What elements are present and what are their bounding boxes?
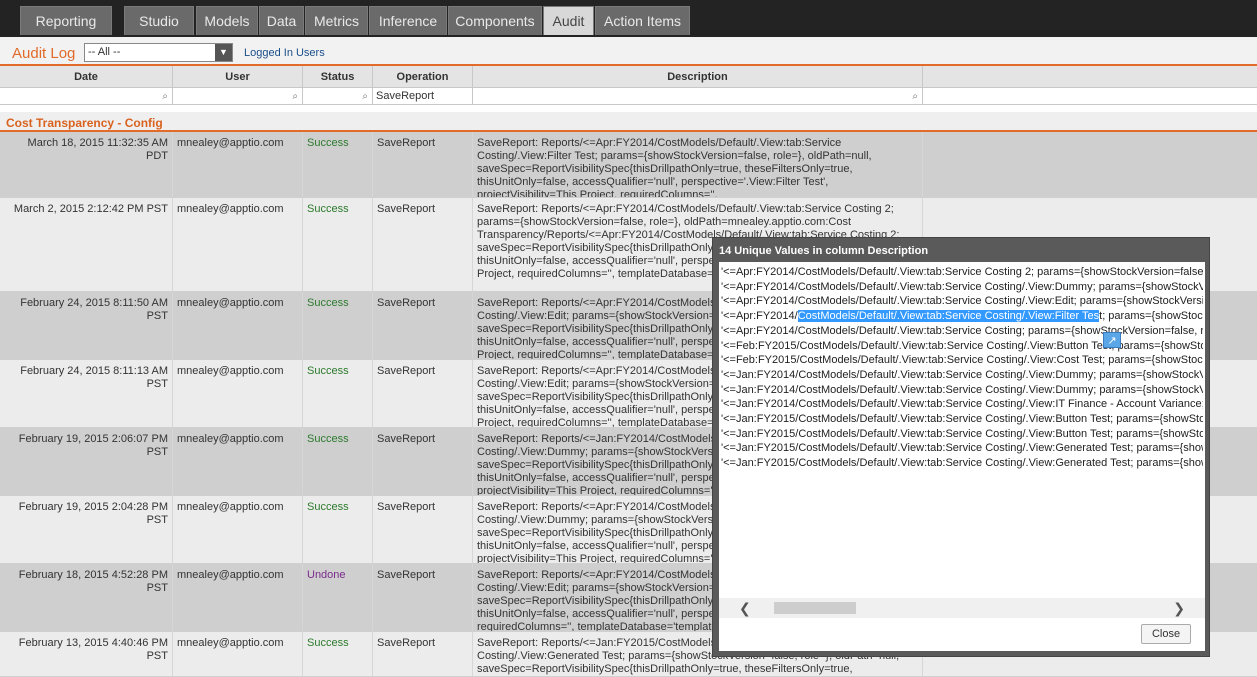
column-header-description[interactable]: Description: [473, 66, 923, 88]
cell-status: Undone: [303, 564, 373, 631]
tab-components[interactable]: Components: [448, 6, 542, 35]
cell-operation: SaveReport: [373, 292, 473, 359]
cell-user: mnealey@apptio.com: [173, 292, 303, 359]
unique-value-item[interactable]: '<=Apr:FY2014/CostModels/Default/.View:t…: [721, 280, 1203, 295]
unique-value-item[interactable]: '<=Jan:FY2014/CostModels/Default/.View:t…: [721, 397, 1203, 412]
unique-value-item[interactable]: '<=Jan:FY2015/CostModels/Default/.View:t…: [721, 441, 1203, 456]
cell-user: mnealey@apptio.com: [173, 632, 303, 676]
filter-user[interactable]: ⌕: [173, 88, 303, 105]
cell-description: SaveReport: Reports/<=Apr:FY2014/CostMod…: [473, 132, 923, 197]
cell-operation: SaveReport: [373, 428, 473, 495]
tab-data[interactable]: Data: [259, 6, 304, 35]
cell-date: February 19, 2015 2:06:07 PM PST: [0, 428, 173, 495]
column-header-date[interactable]: Date: [0, 66, 173, 88]
magnifier-icon[interactable]: ⌕: [162, 89, 168, 105]
cell-user: mnealey@apptio.com: [173, 496, 303, 563]
dialog-title: 14 Unique Values in column Description: [719, 245, 929, 257]
page-title: Audit Log: [12, 45, 76, 62]
table-row[interactable]: March 18, 2015 11:32:35 AM PDT mnealey@ap…: [0, 132, 1257, 198]
unique-value-item[interactable]: '<=Jan:FY2015/CostModels/Default/.View:t…: [721, 456, 1203, 471]
unique-value-item[interactable]: '<=Apr:FY2014/CostModels/Default/.View:t…: [721, 294, 1203, 309]
tab-inference[interactable]: Inference: [369, 6, 447, 35]
selected-text: CostModels/Default/.View:tab:Service Cos…: [797, 310, 1100, 323]
drag-cursor-icon: ↗: [1103, 332, 1121, 348]
unique-value-item[interactable]: '<=Apr:FY2014/CostModels/Default/.View:t…: [721, 324, 1203, 339]
tab-reporting[interactable]: Reporting: [20, 6, 112, 35]
cell-operation: SaveReport: [373, 198, 473, 291]
filter-status[interactable]: ⌕: [303, 88, 373, 105]
cell-operation: SaveReport: [373, 132, 473, 197]
cell-status: Success: [303, 292, 373, 359]
cell-extra: [923, 132, 1257, 197]
group-label: Cost Transparency - Config: [6, 116, 163, 130]
scrollbar-thumb[interactable]: [774, 602, 856, 614]
tab-action-items[interactable]: Action Items: [595, 6, 690, 35]
cell-user: mnealey@apptio.com: [173, 132, 303, 197]
chevron-left-icon[interactable]: ❮: [739, 600, 751, 617]
cell-status: Success: [303, 360, 373, 427]
cell-status: Success: [303, 132, 373, 197]
unique-value-item[interactable]: '<=Apr:FY2014/CostModels/Default/.View:t…: [721, 265, 1203, 280]
filter-description[interactable]: ⌕: [473, 88, 923, 105]
unique-value-item[interactable]: '<=Feb:FY2015/CostModels/Default/.View:t…: [721, 353, 1203, 368]
tab-audit[interactable]: Audit: [543, 6, 594, 35]
cell-date: March 2, 2015 2:12:42 PM PST: [0, 198, 173, 291]
cell-status: Success: [303, 496, 373, 563]
chevron-down-icon[interactable]: ▼: [215, 44, 232, 61]
cell-status: Success: [303, 632, 373, 676]
dialog-body: '<=Apr:FY2014/CostModels/Default/.View:t…: [719, 262, 1205, 651]
horizontal-scrollbar[interactable]: ❮ ❯: [719, 598, 1205, 618]
unique-value-item[interactable]: '<=Jan:FY2015/CostModels/Default/.View:t…: [721, 427, 1203, 442]
cell-date: February 24, 2015 8:11:50 AM PST: [0, 292, 173, 359]
logged-in-users-link[interactable]: Logged In Users: [244, 47, 325, 59]
tab-metrics[interactable]: Metrics: [305, 6, 368, 35]
unique-values-dialog: 14 Unique Values in column Description '…: [712, 237, 1210, 657]
unique-values-list[interactable]: '<=Apr:FY2014/CostModels/Default/.View:t…: [721, 265, 1203, 595]
unique-value-item[interactable]: '<=Feb:FY2015/CostModels/Default/.View:t…: [721, 339, 1203, 354]
cell-user: mnealey@apptio.com: [173, 360, 303, 427]
unique-value-item[interactable]: '<=Apr:FY2014/CostModels/Default/.View:t…: [721, 309, 1203, 324]
cell-user: mnealey@apptio.com: [173, 198, 303, 291]
group-header[interactable]: Cost Transparency - Config: [0, 112, 1257, 132]
filter-empty: [923, 88, 1257, 105]
magnifier-icon[interactable]: ⌕: [912, 89, 918, 105]
chevron-right-icon[interactable]: ❯: [1173, 600, 1185, 617]
filter-dropdown[interactable]: -- All -- ▼: [84, 43, 233, 62]
cell-date: February 13, 2015 4:40:46 PM PST: [0, 632, 173, 676]
cell-user: mnealey@apptio.com: [173, 564, 303, 631]
cell-date: February 24, 2015 8:11:13 AM PST: [0, 360, 173, 427]
magnifier-icon[interactable]: ⌕: [362, 89, 368, 105]
top-nav: Reporting Studio Models Data Metrics Inf…: [0, 0, 1257, 37]
unique-value-item[interactable]: '<=Jan:FY2014/CostModels/Default/.View:t…: [721, 368, 1203, 383]
filter-date[interactable]: ⌕: [0, 88, 173, 105]
cell-date: March 18, 2015 11:32:35 AM PDT: [0, 132, 173, 197]
unique-value-item[interactable]: '<=Jan:FY2015/CostModels/Default/.View:t…: [721, 412, 1203, 427]
cell-operation: SaveReport: [373, 360, 473, 427]
filter-dropdown-value: -- All --: [88, 46, 121, 58]
filter-operation[interactable]: SaveReport: [373, 88, 473, 105]
cell-user: mnealey@apptio.com: [173, 428, 303, 495]
cell-status: Success: [303, 428, 373, 495]
audit-subbar: Audit Log -- All -- ▼ Logged In Users: [0, 37, 1257, 66]
cell-operation: SaveReport: [373, 496, 473, 563]
column-header-status[interactable]: Status: [303, 66, 373, 88]
magnifier-icon[interactable]: ⌕: [292, 89, 298, 105]
column-header-user[interactable]: User: [173, 66, 303, 88]
tab-models[interactable]: Models: [196, 6, 258, 35]
cell-operation: SaveReport: [373, 564, 473, 631]
cell-status: Success: [303, 198, 373, 291]
filter-operation-value: SaveReport: [376, 90, 435, 102]
column-header-operation[interactable]: Operation: [373, 66, 473, 88]
cell-date: February 18, 2015 4:52:28 PM PST: [0, 564, 173, 631]
tab-studio[interactable]: Studio: [124, 6, 194, 35]
unique-value-item[interactable]: '<=Jan:FY2014/CostModels/Default/.View:t…: [721, 383, 1203, 398]
cell-date: February 19, 2015 2:04:28 PM PST: [0, 496, 173, 563]
cell-operation: SaveReport: [373, 632, 473, 676]
column-header-empty: [923, 66, 1257, 88]
close-button[interactable]: Close: [1141, 624, 1191, 644]
